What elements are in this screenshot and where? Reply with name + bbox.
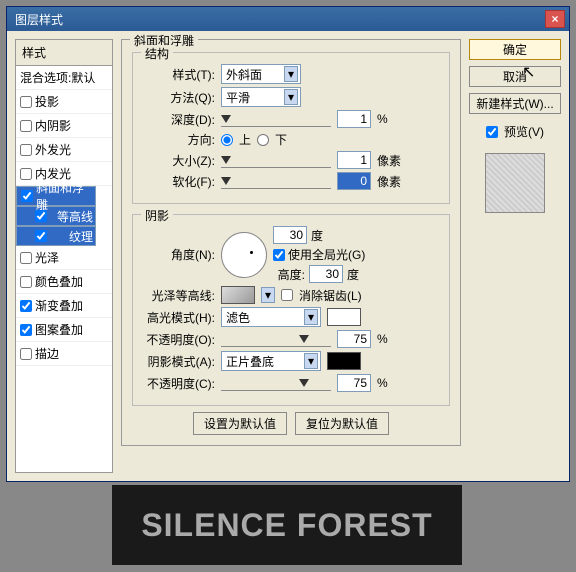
chevron-down-icon[interactable]: ▾ <box>261 287 275 303</box>
highlight-opacity-slider[interactable] <box>221 331 331 347</box>
style-checkbox[interactable] <box>20 300 32 312</box>
chevron-down-icon: ▾ <box>304 353 318 369</box>
style-item-0[interactable]: 投影 <box>16 90 112 114</box>
shadow-color[interactable] <box>327 352 361 370</box>
highlight-opacity-input[interactable]: 75 <box>337 330 371 348</box>
style-item-10[interactable]: 图案叠加 <box>16 318 112 342</box>
background-artwork: SILENCE FOREST <box>112 485 462 565</box>
style-item-5[interactable]: 等高线 <box>16 206 96 226</box>
style-checkbox[interactable] <box>20 324 32 336</box>
set-default-button[interactable]: 设置为默认值 <box>193 412 287 435</box>
style-checkbox[interactable] <box>20 168 32 180</box>
reset-default-button[interactable]: 复位为默认值 <box>295 412 389 435</box>
size-input[interactable]: 1 <box>337 151 371 169</box>
close-button[interactable]: × <box>545 10 565 28</box>
angle-wheel[interactable] <box>221 232 267 278</box>
chevron-down-icon: ▾ <box>304 309 318 325</box>
soften-slider[interactable] <box>221 173 331 189</box>
style-item-9[interactable]: 渐变叠加 <box>16 294 112 318</box>
layer-style-dialog: 图层样式 × 样式 混合选项:默认 投影内阴影外发光内发光斜面和浮雕等高线纹理光… <box>6 6 570 482</box>
cancel-button[interactable]: 取消 <box>469 66 561 87</box>
chevron-down-icon: ▾ <box>284 66 298 82</box>
style-select[interactable]: 外斜面▾ <box>221 64 301 84</box>
style-item-2[interactable]: 外发光 <box>16 138 112 162</box>
dir-up-radio[interactable] <box>221 134 233 146</box>
method-select[interactable]: 平滑▾ <box>221 87 301 107</box>
new-style-button[interactable]: 新建样式(W)... <box>469 93 561 114</box>
style-item-1[interactable]: 内阴影 <box>16 114 112 138</box>
style-item-11[interactable]: 描边 <box>16 342 112 366</box>
shadow-mode-select[interactable]: 正片叠底▾ <box>221 351 321 371</box>
highlight-mode-select[interactable]: 滤色▾ <box>221 307 321 327</box>
size-slider[interactable] <box>221 152 331 168</box>
titlebar[interactable]: 图层样式 × <box>7 7 569 31</box>
preview-checkbox[interactable] <box>486 126 498 138</box>
altitude-input[interactable]: 30 <box>309 265 343 283</box>
style-item-8[interactable]: 颜色叠加 <box>16 270 112 294</box>
style-checkbox[interactable] <box>20 144 32 156</box>
shadow-opacity-slider[interactable] <box>221 375 331 391</box>
depth-slider[interactable] <box>221 111 331 127</box>
style-item-7[interactable]: 光泽 <box>16 246 112 270</box>
soften-input[interactable]: 0 <box>337 172 371 190</box>
styles-list: 样式 混合选项:默认 投影内阴影外发光内发光斜面和浮雕等高线纹理光泽颜色叠加渐变… <box>15 39 113 473</box>
style-checkbox[interactable] <box>20 252 32 264</box>
shadow-opacity-input[interactable]: 75 <box>337 374 371 392</box>
style-checkbox[interactable] <box>20 276 32 288</box>
styles-header: 样式 <box>16 40 112 66</box>
style-checkbox[interactable] <box>21 190 33 202</box>
style-item-6[interactable]: 纹理 <box>16 226 96 246</box>
chevron-down-icon: ▾ <box>284 89 298 105</box>
highlight-color[interactable] <box>327 308 361 326</box>
style-checkbox[interactable] <box>35 210 47 222</box>
angle-input[interactable]: 30 <box>273 226 307 244</box>
style-item-4[interactable]: 斜面和浮雕 <box>16 186 96 206</box>
style-checkbox[interactable] <box>20 348 32 360</box>
ok-button[interactable]: 确定 <box>469 39 561 60</box>
gloss-contour[interactable] <box>221 286 255 304</box>
style-checkbox[interactable] <box>20 120 32 132</box>
bevel-group: 斜面和浮雕 结构 样式(T): 外斜面▾ 方法(Q): 平滑▾ 深度(D): 1… <box>121 39 461 446</box>
depth-input[interactable]: 1 <box>337 110 371 128</box>
style-checkbox[interactable] <box>35 230 47 242</box>
blend-options[interactable]: 混合选项:默认 <box>16 66 112 90</box>
preview-thumbnail <box>485 153 545 213</box>
dialog-title: 图层样式 <box>11 11 545 28</box>
style-checkbox[interactable] <box>20 96 32 108</box>
global-light-checkbox[interactable] <box>273 249 285 261</box>
dir-down-radio[interactable] <box>257 134 269 146</box>
antialias-checkbox[interactable] <box>281 289 293 301</box>
